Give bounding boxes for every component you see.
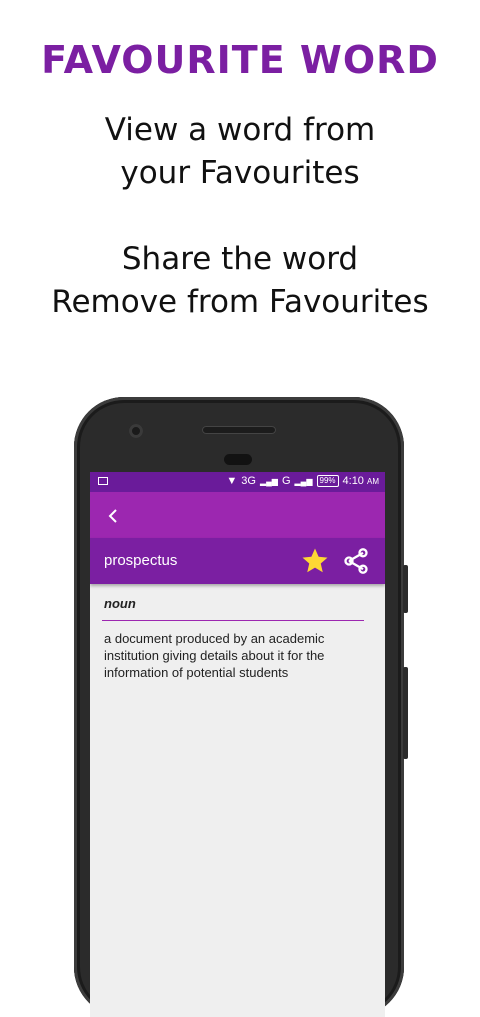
definition-text: a document produced by an academic insti… [104,631,325,680]
share-icon [344,548,368,574]
network-type-g: G [281,475,291,487]
promo-line-4: Remove from Favourites [51,284,429,320]
star-icon [302,548,328,573]
power-button [403,667,408,759]
status-bar: ▼ 3G ▂▄▆ G ▂▄▆ 99% 4:10 AM [90,472,385,492]
word-header: prospectus [90,538,385,584]
favourite-button[interactable] [300,546,330,576]
status-icons: ▼ 3G ▂▄▆ G ▂▄▆ 99% 4:10 AM [226,475,379,487]
phone-screen: ▼ 3G ▂▄▆ G ▂▄▆ 99% 4:10 AM prospectus no… [90,472,385,1017]
signal-icon: ▂▄▆ [259,476,278,486]
clock-time: 4:10 [342,475,364,487]
phone-frame: ▼ 3G ▂▄▆ G ▂▄▆ 99% 4:10 AM prospectus no… [74,397,408,1017]
promo-title: FAVOURITE WORD [41,38,439,82]
battery-indicator: 99% [316,475,339,487]
signal-icon-2: ▂▄▆ [294,476,313,486]
app-bar [90,492,385,538]
clock: 4:10 AM [343,475,379,487]
earpiece-speaker [202,426,276,434]
clock-ampm: AM [367,477,379,486]
part-of-speech: noun [104,596,136,611]
promo-line-2: your Favourites [120,155,360,191]
proximity-sensor [224,454,252,465]
promo-line-1: View a word from [104,112,376,148]
back-button[interactable] [102,504,126,528]
divider [102,620,364,621]
share-button[interactable] [342,547,370,575]
network-type-3g: 3G [241,475,256,487]
front-camera [129,424,143,438]
volume-button [403,565,408,613]
back-arrow-icon [108,509,117,523]
wifi-icon: ▼ [226,475,238,487]
word-title: prospectus [104,552,178,569]
image-notification-icon [98,477,108,485]
promo-line-3: Share the word [121,241,359,277]
